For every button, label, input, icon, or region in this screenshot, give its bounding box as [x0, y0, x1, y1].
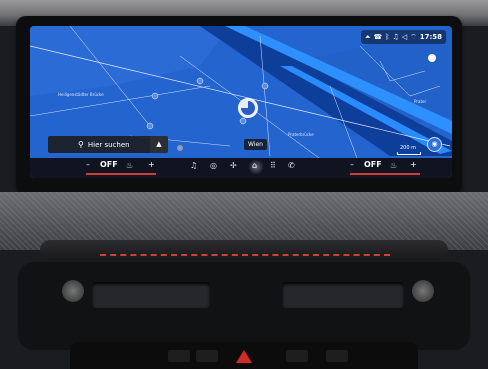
- navigation-icon[interactable]: ◎: [210, 161, 217, 170]
- scale-bar: [397, 152, 421, 155]
- status-bar: ⏶ ☎ ᛒ ♫ ◁ ⌔ 17:58: [360, 30, 446, 44]
- home-icon[interactable]: ⌂: [252, 161, 257, 170]
- wifi-icon: ⌔: [410, 32, 417, 41]
- console-button[interactable]: [326, 350, 348, 362]
- compass-button[interactable]: ◉: [427, 137, 442, 152]
- left-climate-off-button[interactable]: OFF: [100, 160, 118, 169]
- phone-icon: ☎: [373, 33, 383, 41]
- hazard-warning-icon[interactable]: [236, 350, 252, 363]
- infotainment-screen: ⏶ ☎ ᛒ ♫ ◁ ⌔ 17:58 Heiligenstädter Brücke…: [30, 26, 452, 178]
- left-seat-heat-icon[interactable]: ♨: [126, 161, 133, 170]
- left-temp-down-button[interactable]: –: [86, 160, 90, 169]
- console-button[interactable]: [286, 350, 308, 362]
- left-temp-up-button[interactable]: +: [148, 160, 155, 169]
- scale-label: 200 m: [400, 145, 417, 151]
- street-label: Heiligenstädter Brücke: [58, 92, 104, 97]
- city-label: Wien: [244, 139, 267, 150]
- usb-icon: ⏶: [364, 32, 371, 41]
- music-icon[interactable]: ♫: [190, 161, 197, 170]
- position-arrow-icon: [241, 101, 255, 115]
- dashboard-trim: [40, 240, 448, 260]
- apps-grid-icon[interactable]: ⠿: [270, 161, 276, 170]
- right-temperature-indicator: [350, 173, 420, 175]
- search-bar[interactable]: ⚲ Hier suchen ▲: [48, 136, 168, 153]
- search-icon: ⚲: [78, 140, 84, 149]
- clock: 17:58: [419, 33, 442, 41]
- phone-icon[interactable]: ✆: [288, 161, 295, 170]
- red-stitching: [100, 254, 390, 256]
- right-climate-off-button[interactable]: OFF: [364, 160, 382, 169]
- search-label: Hier suchen: [87, 140, 130, 149]
- right-temp-up-button[interactable]: +: [410, 160, 417, 169]
- chevron-up-icon[interactable]: ▲: [150, 136, 168, 153]
- left-air-vent[interactable]: [92, 282, 210, 308]
- left-temperature-indicator: [86, 173, 156, 175]
- music-icon: ♫: [392, 33, 399, 41]
- current-position-marker: [238, 98, 258, 118]
- right-air-vent[interactable]: [282, 282, 404, 308]
- right-vent-knob[interactable]: [412, 280, 434, 302]
- right-temp-down-button[interactable]: –: [350, 160, 354, 169]
- volume-icon: ◁: [401, 33, 408, 41]
- right-seat-heat-icon[interactable]: ♨: [390, 161, 397, 170]
- bluetooth-icon: ᛒ: [385, 33, 390, 41]
- console-button[interactable]: [196, 350, 218, 362]
- district-label: Prater: [414, 99, 427, 104]
- left-vent-knob[interactable]: [62, 280, 84, 302]
- street-label: Praterbrücke: [288, 132, 314, 137]
- console-button[interactable]: [168, 350, 190, 362]
- compass-icon: ◉: [431, 140, 438, 148]
- fan-icon[interactable]: ✢: [230, 161, 237, 170]
- climate-menu-bar: [30, 158, 452, 178]
